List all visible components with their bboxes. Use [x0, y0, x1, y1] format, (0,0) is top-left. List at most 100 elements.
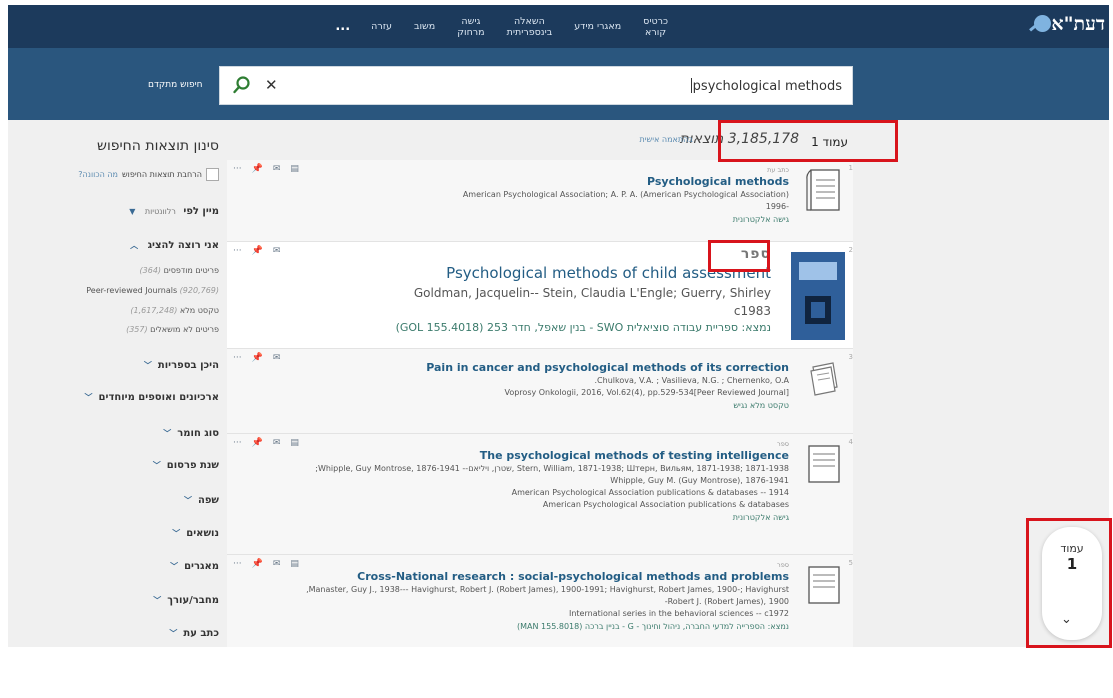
- nav-databases[interactable]: מאגרי מידע: [563, 21, 632, 32]
- pin-icon[interactable]: 📌: [252, 353, 263, 363]
- chevron-down-icon: ﹀: [172, 529, 181, 538]
- filter-option-printed[interactable]: פריטים מודפסים (364): [140, 266, 219, 275]
- pin-icon[interactable]: 📌: [252, 246, 263, 256]
- result-access-link[interactable]: גישה אלקטרונית: [267, 213, 789, 227]
- filter-section-databases[interactable]: מאגרים ﹀: [170, 561, 219, 572]
- chevron-down-icon: ﹀: [152, 461, 161, 470]
- filter-section-label: נושאים: [186, 528, 219, 539]
- result-location-link[interactable]: נמצא: הספרייה למדעי החברה, ניהול וחינוך …: [267, 620, 789, 634]
- result-number: 5: [848, 559, 853, 567]
- nav-remote-access[interactable]: גישה מרחוק: [446, 16, 495, 38]
- filter-option-not-loaned[interactable]: פריטים לא מושאלים (357): [126, 325, 219, 334]
- filter-section-author[interactable]: מחבר/עורך ﹀: [153, 595, 219, 606]
- result-title[interactable]: Psychological methods: [267, 175, 789, 189]
- filter-section-label: שנת פרסום: [166, 460, 219, 471]
- result-body: כתב עת Psychological methods American Ps…: [267, 166, 789, 227]
- sort-label: מיין לפי: [183, 206, 219, 217]
- result-date: c1983: [733, 304, 771, 318]
- expand-results-checkbox[interactable]: [206, 168, 219, 181]
- top-nav-bar: כרטיס קורא מאגרי מידע השאלה בינספריתית ג…: [8, 5, 1109, 48]
- result-number: 2: [848, 246, 853, 254]
- nav-reader-card[interactable]: כרטיס קורא: [632, 16, 679, 38]
- chevron-down-icon: ﹀: [153, 596, 162, 605]
- nav-more-button[interactable]: ...: [325, 19, 360, 34]
- search-input[interactable]: psychological methods ✕: [219, 66, 853, 105]
- result-item[interactable]: ··· 📌 ✉ 3 Pain in cancer and psychologic…: [227, 349, 853, 434]
- result-title[interactable]: Psychological methods of child assessmen…: [267, 262, 771, 284]
- result-item[interactable]: ··· 📌 ✉ ▤ 4 ספר The psychological method…: [227, 434, 853, 555]
- content-area: סינון תוצאות החיפוש הרחבת תוצאות החיפוש …: [8, 120, 1109, 647]
- filter-section-locations[interactable]: היכן בספריות ﹀: [144, 360, 219, 371]
- filter-section-journal[interactable]: כתב עת ﹀: [169, 628, 219, 639]
- filter-section-pub-year[interactable]: שנת פרסום ﹀: [153, 460, 219, 471]
- filter-option-count: (357): [126, 325, 148, 334]
- result-number: 1: [848, 164, 853, 172]
- result-title[interactable]: The psychological methods of testing int…: [267, 449, 789, 463]
- filter-option-peer-reviewed[interactable]: Peer-reviewed Journals (920,769): [86, 286, 219, 295]
- show-section-header[interactable]: אני רוצה להציג ︿: [130, 240, 219, 251]
- filter-option-label: Peer-reviewed Journals: [86, 286, 178, 295]
- result-date: -1996: [765, 202, 789, 211]
- result-access-link[interactable]: גישה אלקטרונית: [267, 511, 789, 525]
- main-nav: כרטיס קורא מאגרי מידע השאלה בינספריתית ג…: [325, 5, 679, 48]
- nav-interlibrary-loan[interactable]: השאלה בינספריתית: [496, 16, 564, 38]
- pin-icon[interactable]: 📌: [252, 559, 263, 569]
- expand-results-option[interactable]: הרחבת תוצאות החיפוש מה הכוונה?: [78, 168, 219, 181]
- more-actions-icon[interactable]: ···: [233, 246, 242, 256]
- filter-section-material-type[interactable]: סוג חומר ﹀: [163, 428, 219, 439]
- result-author: Goldman, Jacquelin-- Stein, Claudia L'En…: [413, 286, 771, 300]
- chevron-down-icon: ﹀: [183, 496, 192, 505]
- logo-text: דעת"א: [1051, 13, 1105, 35]
- filter-option-label: טקסט מלא: [179, 306, 219, 315]
- filter-section-label: כתב עת: [183, 628, 219, 639]
- filter-option-label: פריטים מודפסים: [163, 266, 219, 275]
- result-title[interactable]: Pain in cancer and psychological methods…: [267, 361, 789, 375]
- more-actions-icon[interactable]: ···: [233, 559, 242, 569]
- more-actions-icon[interactable]: ···: [233, 438, 242, 448]
- filter-section-label: ארכיונים ואוספים מיוחדים: [98, 392, 219, 403]
- advanced-search-link[interactable]: חיפוש מתקדם: [148, 80, 203, 90]
- annotation-box-page-navigator: [1026, 518, 1112, 648]
- chevron-down-icon: ﹀: [170, 562, 179, 571]
- chevron-up-icon: ︿: [130, 241, 139, 250]
- filter-section-language[interactable]: שפה ﹀: [184, 495, 219, 506]
- filter-option-count: (364): [139, 266, 162, 275]
- filter-section-archives[interactable]: ארכיונים ואוספים מיוחדים ﹀: [85, 392, 219, 403]
- chevron-down-icon: ﹀: [169, 629, 178, 638]
- result-series: International series in the behavioral s…: [568, 609, 789, 618]
- more-actions-icon[interactable]: ···: [233, 353, 242, 363]
- filter-section-label: שפה: [197, 495, 219, 506]
- result-item[interactable]: ··· 📌 ✉ ▤ 1 כתב עת Psychological methods…: [227, 160, 853, 242]
- result-body: ספר Psychological methods of child asses…: [267, 246, 771, 336]
- result-author: Manaster, Guy J., 1938--- Havighurst, Ro…: [306, 585, 789, 594]
- result-author-cont: Whipple, Guy M. (Guy Montrose), 1876-194…: [610, 476, 789, 485]
- filter-section-label: היכן בספריות: [157, 360, 219, 371]
- personalize-link[interactable]: בהתאמה אישית: [639, 135, 693, 144]
- filter-sidebar: סינון תוצאות החיפוש הרחבת תוצאות החיפוש …: [8, 120, 227, 647]
- chevron-down-icon: ﹀: [84, 393, 93, 402]
- sort-dropdown[interactable]: מיין לפי רלוונטיות ▼: [129, 206, 219, 217]
- result-full-text-link[interactable]: טקסט מלא נגיש: [267, 399, 789, 413]
- filter-section-subjects[interactable]: נושאים ﹀: [172, 528, 219, 539]
- site-logo[interactable]: דעת"א: [1031, 13, 1105, 36]
- nav-help[interactable]: עזרה: [360, 21, 403, 32]
- filter-option-full-text[interactable]: טקסט מלא (1,617,248): [130, 306, 219, 315]
- result-item[interactable]: ··· 📌 ✉ ▤ 5 ספר Cross-National research …: [227, 555, 853, 647]
- book-cover-image: [791, 252, 845, 340]
- result-location-link[interactable]: נמצא: ספריית עבודה סוציאלית SWO - בנין ש…: [267, 320, 771, 336]
- sort-value: רלוונטיות: [144, 207, 176, 216]
- result-type: ספר: [777, 440, 789, 448]
- nav-feedback[interactable]: משוב: [403, 21, 446, 32]
- search-query-text: psychological methods: [692, 79, 842, 94]
- pin-icon[interactable]: 📌: [252, 164, 263, 174]
- result-author: American Psychological Association; A. P…: [462, 190, 789, 199]
- result-type: ספר: [740, 246, 771, 262]
- search-icon[interactable]: [232, 75, 252, 95]
- more-actions-icon[interactable]: ···: [233, 164, 242, 174]
- pin-icon[interactable]: 📌: [252, 438, 263, 448]
- result-title[interactable]: Cross-National research : social-psychol…: [267, 570, 789, 584]
- result-source: Voprosy Onkologii, 2016, Vol.62(4), pp.5…: [504, 388, 789, 397]
- expand-help-link[interactable]: מה הכוונה?: [78, 170, 118, 179]
- clear-search-icon[interactable]: ✕: [265, 76, 278, 94]
- result-type: ספר: [777, 561, 789, 569]
